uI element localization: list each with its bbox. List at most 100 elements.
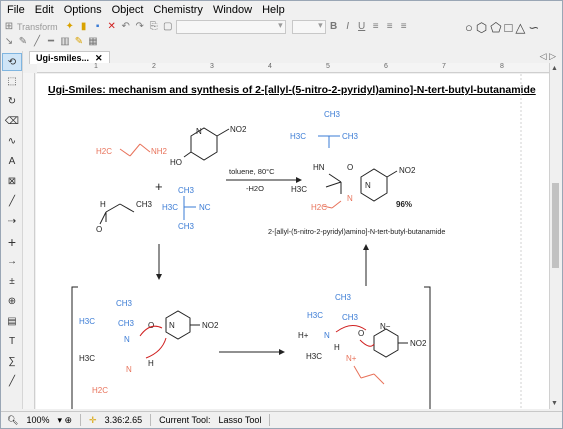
paste-icon[interactable]: ▢ — [162, 21, 174, 33]
plus-sign: + — [155, 179, 163, 194]
rotate-tool-icon[interactable]: ↻ — [2, 93, 22, 111]
line-width-icon[interactable]: ━ — [45, 36, 57, 48]
vertical-scrollbar[interactable]: ▲ ▼ — [549, 63, 560, 409]
menu-options[interactable]: Options — [64, 4, 102, 16]
label-h3c-d: H3C — [79, 317, 95, 326]
arrow-tool-icon[interactable]: ⇢ — [2, 213, 22, 231]
label-ch3-a: CH3 — [136, 200, 153, 209]
font-combo[interactable] — [175, 19, 286, 34]
tab-scroll-icon[interactable]: ◁ ▷ — [540, 51, 556, 62]
chain-icon[interactable]: ∽ — [528, 20, 539, 36]
line-style-icon[interactable]: ╱ — [31, 36, 43, 48]
square-icon[interactable]: □ — [505, 20, 513, 36]
italic-icon[interactable]: I — [342, 21, 354, 33]
arrow-tool-icon[interactable]: ↘ — [3, 36, 15, 48]
menu-bar: File Edit Options Object Chemistry Windo… — [1, 1, 562, 19]
zoom-level[interactable]: 100% — [26, 415, 49, 425]
label-nh2: NH2 — [151, 147, 168, 156]
triangle-icon[interactable]: △ — [515, 20, 525, 36]
menu-chemistry[interactable]: Chemistry — [153, 4, 203, 16]
hexagon-icon[interactable]: ⬡ — [476, 20, 487, 36]
align-left-icon[interactable]: ≡ — [370, 21, 382, 33]
size-combo[interactable] — [291, 19, 326, 34]
label-no2-b: NO2 — [399, 166, 416, 175]
bracket-tool-icon[interactable]: ⊠ — [2, 173, 22, 191]
label-h3c-c: H3C — [291, 185, 307, 194]
transform-label[interactable]: Transform — [17, 22, 58, 32]
label-hn: HN — [313, 163, 325, 172]
new-icon[interactable]: ✦ — [64, 21, 76, 33]
lasso-tool-icon[interactable]: ⟲ — [2, 53, 22, 71]
label-ch3-d: CH3 — [324, 110, 341, 119]
menu-file[interactable]: File — [7, 4, 25, 16]
scroll-up-icon[interactable]: ▲ — [551, 65, 558, 72]
copy-icon[interactable]: ⎘ — [148, 21, 160, 33]
bond-tool-icon[interactable]: ╱ — [2, 193, 22, 211]
line-tool-icon[interactable]: ╱ — [2, 373, 22, 391]
scroll-down-icon[interactable]: ▼ — [551, 400, 558, 407]
erase-tool-icon[interactable]: ⌫ — [2, 113, 22, 131]
tab-label: Ugi-smiles... — [36, 53, 90, 63]
label-o-c: O — [148, 321, 154, 330]
text-tool-icon[interactable]: T — [2, 333, 22, 351]
delete-icon[interactable]: ✕ — [106, 21, 118, 33]
toolbar-row-2: ↘ ✎ ╱ ━ ▥ ✎ ▦ — [3, 34, 99, 49]
label-ch3-f: CH3 — [116, 299, 133, 308]
vertical-ruler — [23, 73, 35, 409]
ruler-mark: 4 — [268, 63, 272, 70]
document-canvas[interactable]: Ugi-Smiles: mechanism and synthesis of 2… — [36, 74, 549, 409]
redo-icon[interactable]: ↷ — [134, 21, 146, 33]
undo-icon[interactable]: ↶ — [120, 21, 132, 33]
plus-tool-icon[interactable]: + — [2, 233, 22, 251]
intermediate2-pyridine — [373, 328, 408, 358]
save-icon[interactable]: ▪ — [92, 21, 104, 33]
menu-object[interactable]: Object — [112, 4, 144, 16]
label-n-inter1b: N — [126, 365, 132, 374]
label-nc: NC — [199, 203, 211, 212]
scroll-thumb[interactable] — [552, 183, 559, 268]
app-window: File Edit Options Object Chemistry Windo… — [0, 0, 563, 429]
label-no2-a: NO2 — [230, 125, 247, 134]
align-center-icon[interactable]: ≡ — [384, 21, 396, 33]
menu-window[interactable]: Window — [213, 4, 252, 16]
close-icon[interactable]: ✕ — [95, 53, 103, 63]
label-ch3-c: CH3 — [178, 222, 195, 231]
label-n-ring1: N — [169, 321, 175, 330]
circle-icon[interactable]: ○ — [465, 20, 473, 36]
zoom-icon[interactable]: 🔍︎ — [7, 415, 18, 426]
chain-tool-icon[interactable]: ∿ — [2, 133, 22, 151]
intermediate2-allyl — [353, 365, 385, 385]
table-tool-icon[interactable]: ▤ — [2, 313, 22, 331]
charge-tool-icon[interactable]: ± — [2, 273, 22, 291]
label-o-d: O — [358, 329, 364, 338]
zoom-controls-icon[interactable]: ▾ ⊕ — [57, 415, 72, 426]
fill-icon[interactable]: ▥ — [59, 36, 71, 48]
reaction-arrow-icon[interactable]: → — [2, 253, 22, 271]
transform-icon[interactable]: ⊞ — [3, 21, 15, 33]
label-h: H — [100, 200, 106, 209]
toolbar-row-1: ⊞ Transform ✦ ▮ ▪ ✕ ↶ ↷ ⎘ ▢ B I U ≡ ≡ ≡ — [3, 19, 410, 34]
bold-icon[interactable]: B — [328, 21, 340, 33]
menu-edit[interactable]: Edit — [35, 4, 54, 16]
label-ch3-h: CH3 — [335, 293, 352, 302]
orbital-tool-icon[interactable]: ⊕ — [2, 293, 22, 311]
pentagon-icon[interactable]: ⬠ — [490, 20, 501, 36]
byproduct: -H2O — [246, 184, 264, 193]
underline-icon[interactable]: U — [356, 21, 368, 33]
menu-help[interactable]: Help — [262, 4, 285, 16]
color-icon[interactable]: ✎ — [73, 36, 85, 48]
align-right-icon[interactable]: ≡ — [398, 21, 410, 33]
reaction-scheme: H2C NH2 N NO2 HO + H CH3 O H3C CH3 CH3 N… — [71, 74, 522, 409]
label-n-pos: N+ — [346, 354, 357, 363]
pen-icon[interactable]: ✎ — [17, 36, 29, 48]
product-tbutyl-group — [318, 135, 340, 148]
select-tool-icon[interactable]: ⬚ — [2, 73, 22, 91]
left-bracket — [71, 286, 78, 409]
grid-icon[interactable]: ▦ — [87, 36, 99, 48]
label-n-neg: N− — [380, 322, 391, 331]
yield-label: 96% — [396, 200, 412, 209]
symbol-tool-icon[interactable]: ∑ — [2, 353, 22, 371]
atom-tool-icon[interactable]: A — [2, 153, 22, 171]
open-icon[interactable]: ▮ — [78, 21, 90, 33]
ruler-mark: 2 — [152, 63, 156, 70]
